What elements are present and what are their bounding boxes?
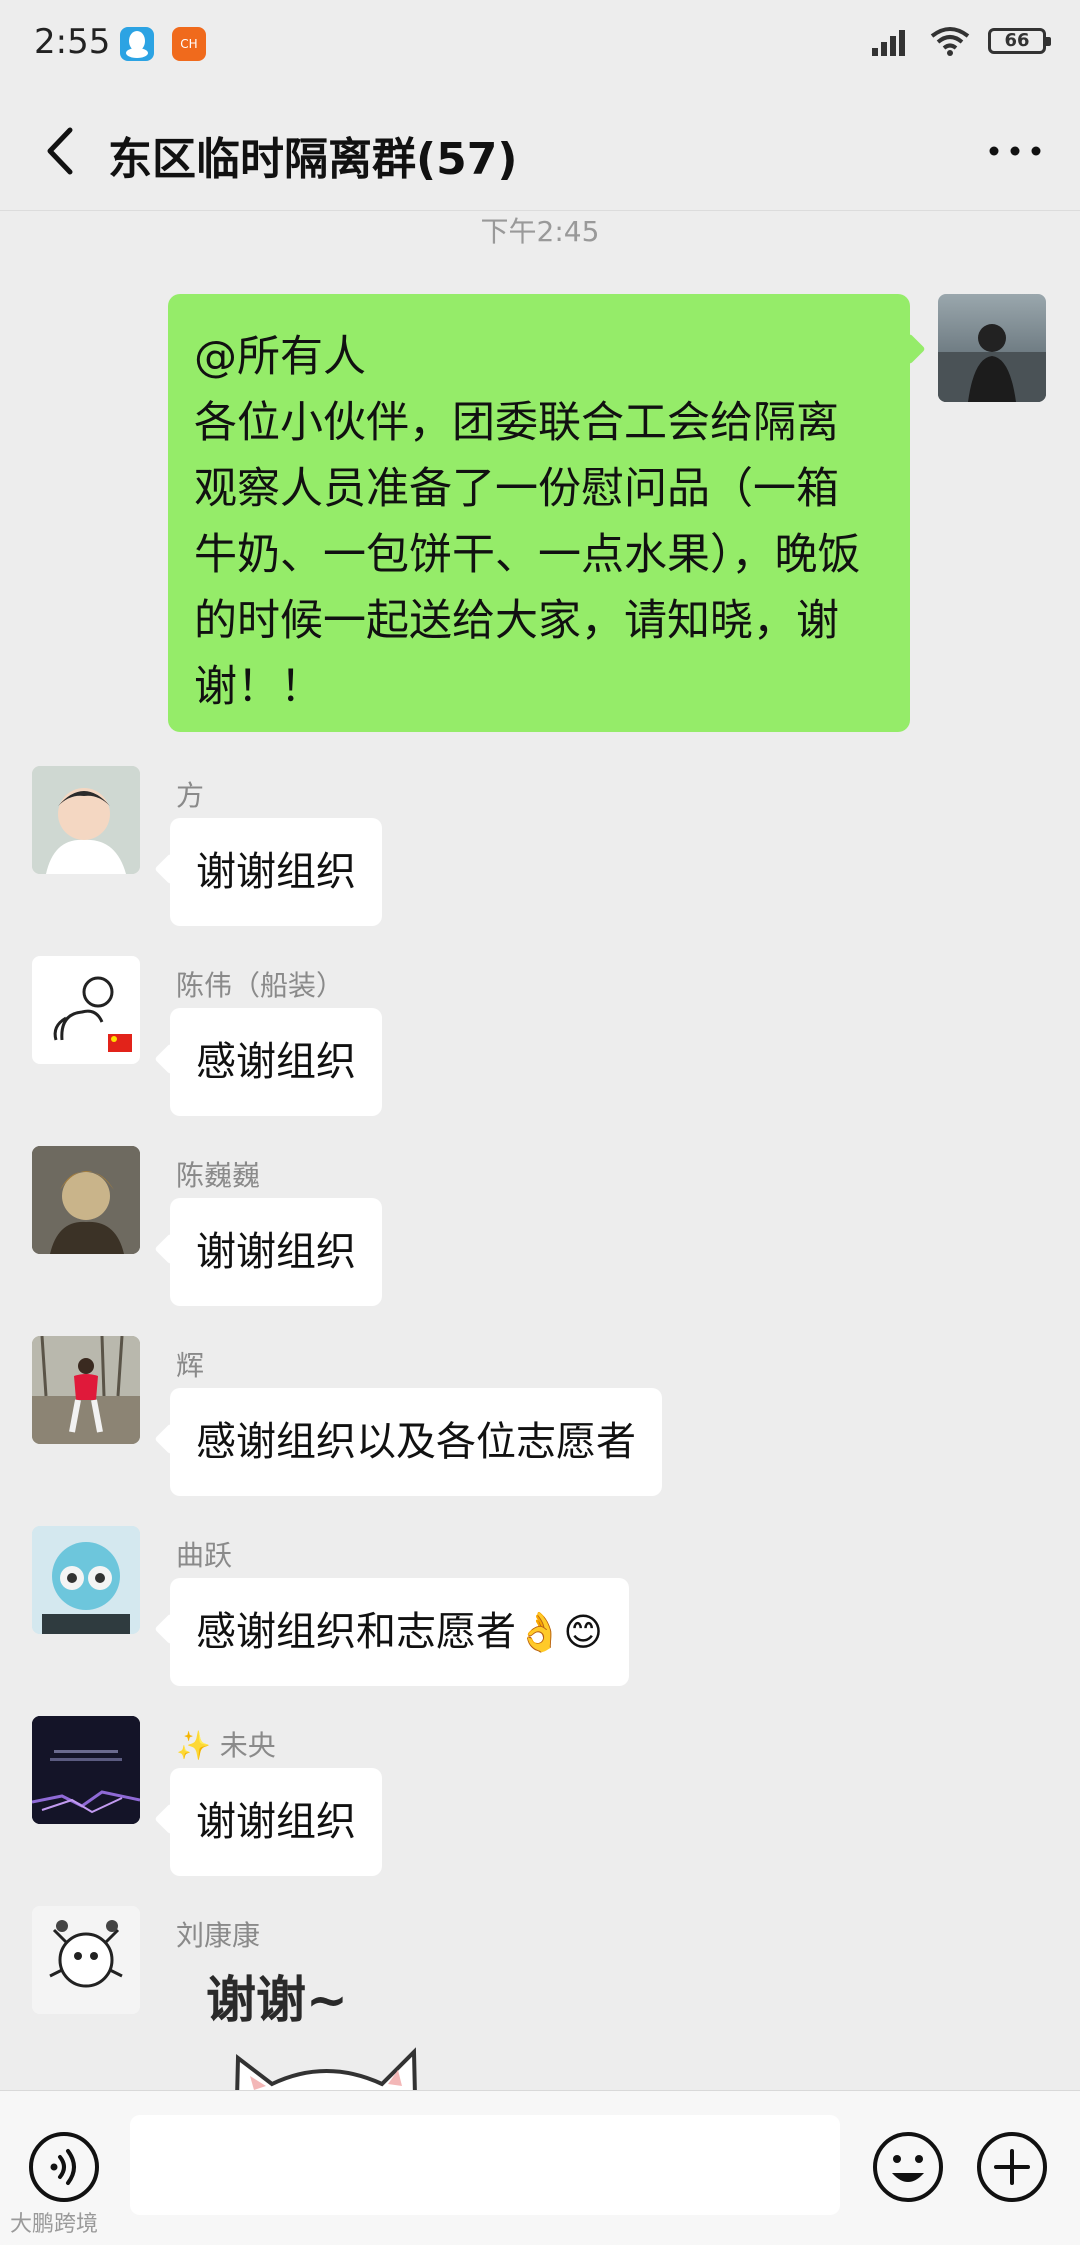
watermark: 大鹏跨境 [10, 2212, 99, 2237]
smiley-icon [873, 2132, 943, 2202]
message-timestamp: 下午2:45 [480, 215, 600, 248]
more-dots-icon [989, 146, 1041, 156]
more-functions-button[interactable] [974, 2129, 1050, 2205]
message-bubble[interactable]: 感谢组织 [170, 1008, 382, 1116]
message-line: 观察人员准备了一份慰问品（一箱 [194, 464, 839, 514]
more-options-button[interactable] [980, 116, 1050, 186]
sender-name: 曲跃 [176, 1539, 233, 1572]
message-input-bar [0, 2090, 1080, 2245]
sender-name: 辉 [176, 1349, 205, 1382]
message-input[interactable] [130, 2115, 840, 2215]
user-avatar-chenweiwei[interactable] [32, 1146, 140, 1254]
message-line: 谢！！ [194, 662, 323, 712]
chat-title: 东区临时隔离群(57) [108, 134, 518, 185]
status-time: 2:55 [34, 22, 111, 62]
message-line: 各位小伙伴，团委联合工会给隔离 [194, 398, 839, 448]
emoji-button[interactable] [870, 2129, 946, 2205]
cat-sticker[interactable]: 谢谢~ [176, 1940, 536, 2090]
voice-icon [29, 2132, 99, 2202]
user-avatar-chenwei[interactable] [32, 956, 140, 1064]
back-arrow-icon [47, 127, 73, 175]
app-icon: CH [172, 27, 206, 61]
chat-header: 东区临时隔离群(57) [0, 92, 1080, 211]
status-bar: 2:55 CH 66 [0, 0, 1080, 92]
message-line: 的时候一起送给大家，请知晓，谢 [194, 596, 839, 646]
user-avatar-liukangkang[interactable] [32, 1906, 140, 2014]
message-line: @所有人 [194, 332, 366, 382]
message-bubble[interactable]: 谢谢组织 [170, 1768, 382, 1876]
user-avatar-fang[interactable] [32, 766, 140, 874]
chat-area[interactable]: 下午2:45 @所有人 各位小伙伴，团委联合工会给隔离 观察人员准备了一份慰问品… [0, 210, 1080, 2090]
sender-name: ✨ 未央 [176, 1729, 276, 1762]
message-text: 感谢组织和志愿者 [196, 1609, 516, 1655]
message-bubble[interactable]: 感谢组织以及各位志愿者 [170, 1388, 662, 1496]
qq-icon [120, 27, 154, 61]
sender-name: 陈伟（船装） [176, 969, 345, 1002]
sender-name: 方 [176, 779, 205, 812]
message-line: 牛奶、一包饼干、一点水果），晚饭 [194, 530, 861, 580]
message-bubble[interactable]: 谢谢组织 [170, 818, 382, 926]
cat-sticker-image [235, 2047, 417, 2090]
message-bubble[interactable]: 谢谢组织 [170, 1198, 382, 1306]
my-avatar[interactable] [938, 294, 1046, 402]
message-bubble[interactable]: 感谢组织和志愿者👌😊 [170, 1578, 629, 1686]
my-message-bubble[interactable]: @所有人 各位小伙伴，团委联合工会给隔离 观察人员准备了一份慰问品（一箱 牛奶、… [168, 294, 910, 732]
user-avatar-quyue[interactable] [32, 1526, 140, 1634]
user-avatar-weiyang[interactable] [32, 1716, 140, 1824]
battery-indicator: 66 [988, 28, 1051, 54]
user-avatar-hui[interactable] [32, 1336, 140, 1444]
back-button[interactable] [28, 116, 98, 186]
sender-name: 陈巍巍 [176, 1159, 261, 1192]
wifi-icon [930, 27, 970, 56]
plus-icon [977, 2132, 1047, 2202]
emoji-icon: 👌😊 [516, 1610, 603, 1654]
signal-icon [872, 30, 905, 56]
voice-button[interactable] [26, 2129, 102, 2205]
